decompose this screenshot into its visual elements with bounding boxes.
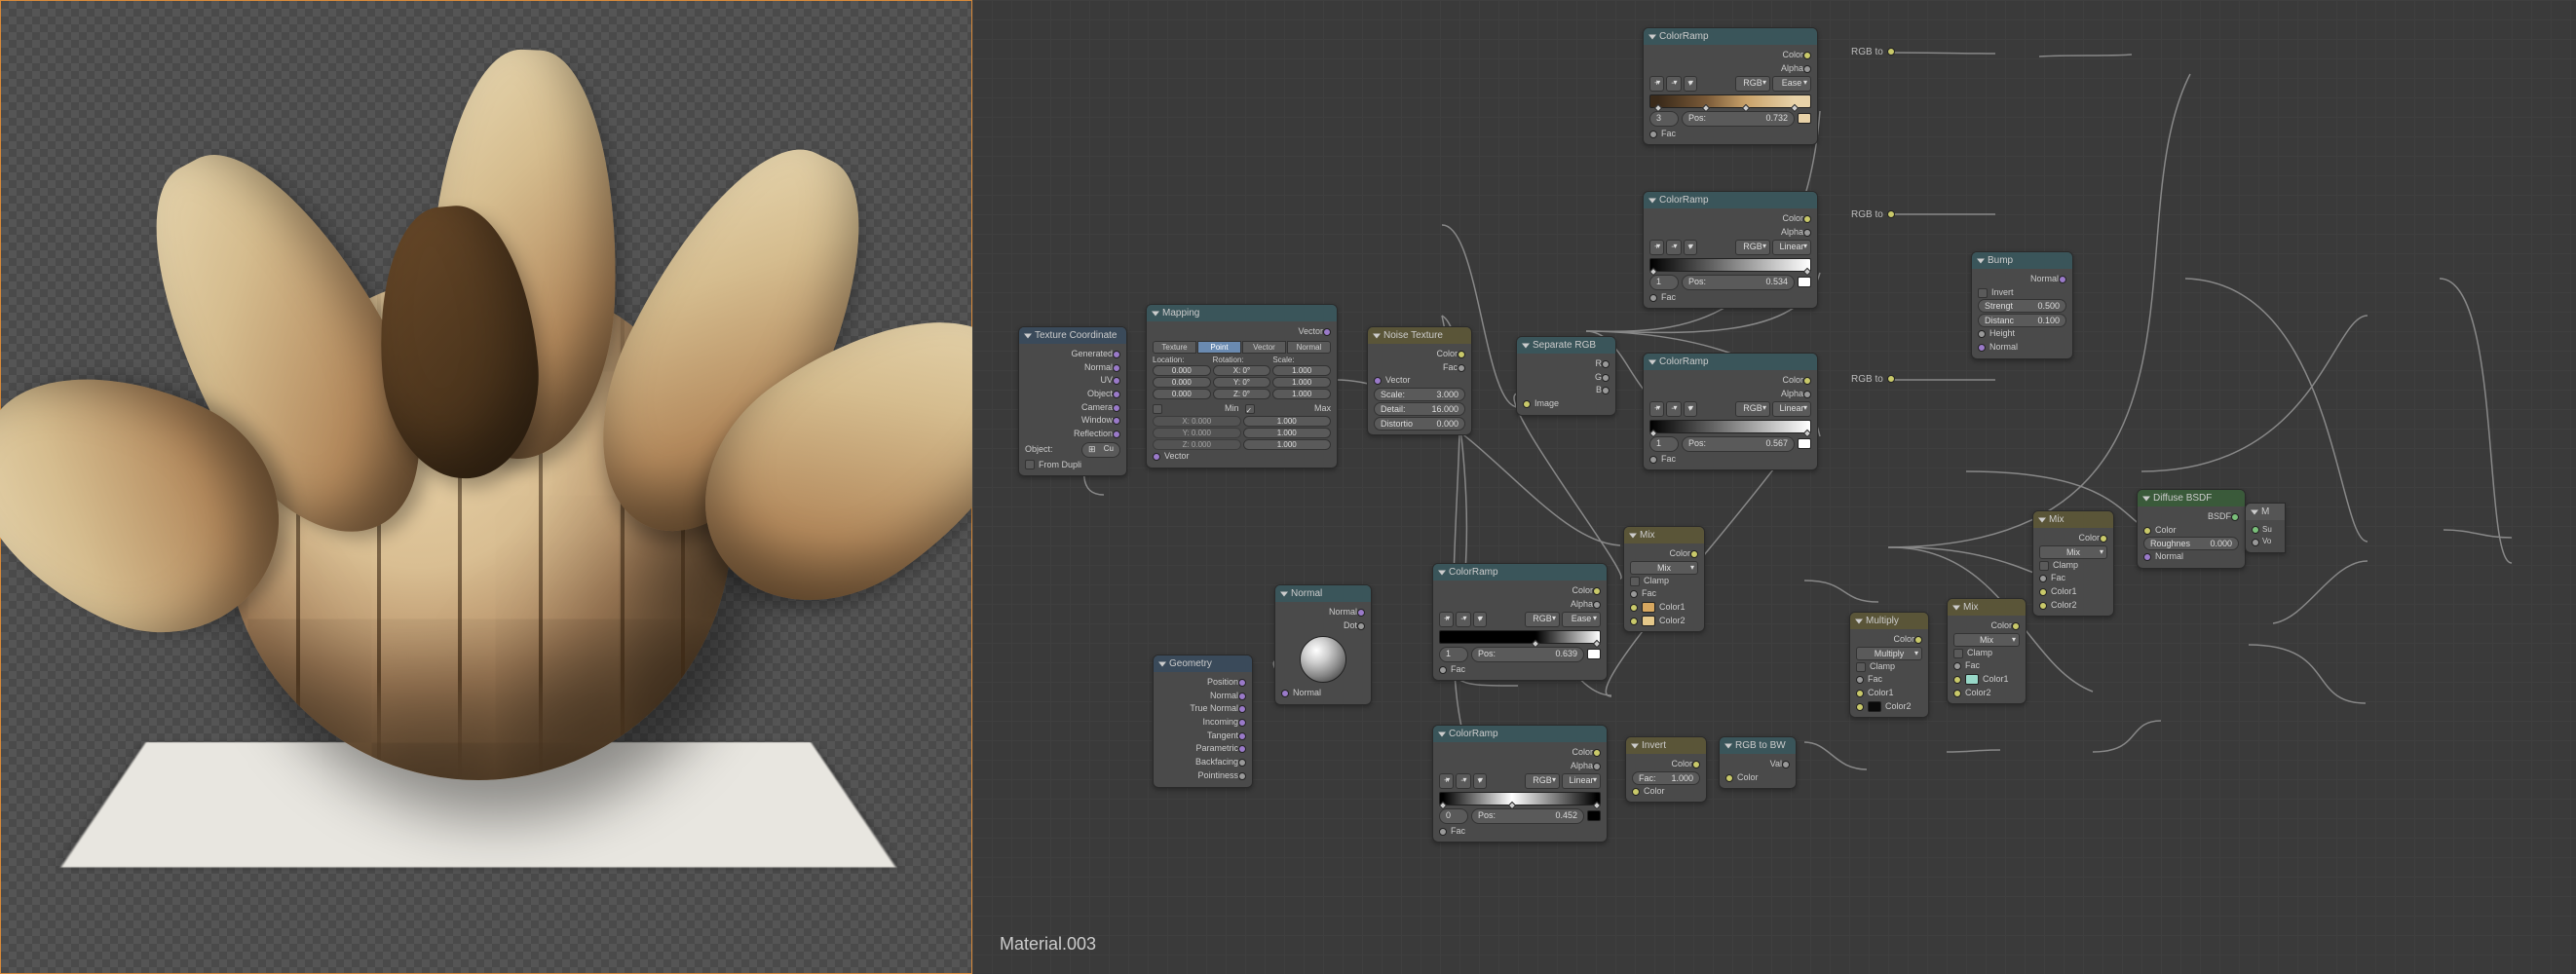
noise-distortion[interactable]: Distortio0.000	[1374, 417, 1465, 431]
node-cutoff[interactable]: M Su Vo	[2245, 503, 2286, 553]
node-mix-1[interactable]: Mix Color Mix Clamp Fac Color1 Color2	[1623, 526, 1705, 632]
node-editor[interactable]: Texture Coordinate Generated Normal UV O…	[972, 0, 2576, 974]
node-header[interactable]: Geometry	[1154, 656, 1252, 672]
node-colorramp-5[interactable]: ColorRamp Color Alpha + − ▾ RGB Linear 0…	[1432, 725, 1608, 843]
node-header[interactable]: Mapping	[1147, 305, 1337, 321]
node-normal[interactable]: Normal Normal Dot Normal	[1274, 584, 1372, 705]
render-preview	[0, 0, 972, 974]
node-multiply[interactable]: Multiply Color Multiply Clamp Fac Color1…	[1849, 612, 1929, 718]
noise-scale[interactable]: Scale:3.000	[1374, 388, 1465, 401]
node-colorramp-4[interactable]: ColorRamp Color Alpha + − ▾ RGB Ease 1 P…	[1432, 563, 1608, 681]
node-header[interactable]: Noise Texture	[1368, 327, 1471, 344]
node-mix-3[interactable]: Mix Color Mix Clamp Fac Color1 Color2	[2032, 510, 2114, 617]
node-header[interactable]: Normal	[1275, 585, 1371, 602]
colorramp-gradient[interactable]	[1649, 94, 1811, 108]
object-picker[interactable]: ⊞Cu	[1081, 442, 1120, 458]
node-diffuse-bsdf[interactable]: Diffuse BSDF BSDF Color Roughnes0.000 No…	[2137, 489, 2246, 569]
node-colorramp-1[interactable]: ColorRamp Color Alpha + − ▾ RGB Ease 3 P…	[1643, 27, 1818, 145]
noise-detail[interactable]: Detail:16.000	[1374, 402, 1465, 416]
from-dupli-checkbox[interactable]	[1025, 460, 1035, 469]
material-name-label: Material.003	[1000, 934, 1096, 955]
node-header[interactable]: Separate RGB	[1517, 337, 1615, 354]
node-mix-2[interactable]: Mix Color Mix Clamp Fac Color1 Color2	[1947, 598, 2027, 704]
reroute-label: RGB to	[1851, 209, 1895, 220]
node-noise-texture[interactable]: Noise Texture Color Fac Vector Scale:3.0…	[1367, 326, 1472, 435]
node-colorramp-2[interactable]: ColorRamp Color Alpha + − ▾ RGB Linear 1…	[1643, 191, 1818, 309]
node-colorramp-3[interactable]: ColorRamp Color Alpha + − ▾ RGB Linear 1…	[1643, 353, 1818, 470]
node-invert[interactable]: Invert Color Fac:1.000 Color	[1625, 736, 1707, 803]
node-texture-coordinate[interactable]: Texture Coordinate Generated Normal UV O…	[1018, 326, 1127, 476]
node-bump[interactable]: Bump Normal Invert Strengt0.500 Distanc0…	[1971, 251, 2073, 359]
node-mapping[interactable]: Mapping Vector Texture Point Vector Norm…	[1146, 304, 1338, 468]
node-geometry[interactable]: Geometry Position Normal True Normal Inc…	[1153, 655, 1253, 788]
node-rgb-to-bw[interactable]: RGB to BW Val Color	[1719, 736, 1797, 789]
reroute-label: RGB to	[1851, 374, 1895, 385]
node-header[interactable]: Texture Coordinate	[1019, 327, 1126, 344]
normal-sphere[interactable]	[1300, 636, 1346, 683]
render-subject	[98, 59, 858, 839]
node-separate-rgb[interactable]: Separate RGB R G B Image	[1516, 336, 1616, 416]
reroute-label: RGB to	[1851, 47, 1895, 57]
mapping-mode-buttons[interactable]: Texture Point Vector Normal	[1153, 341, 1331, 354]
node-wires	[972, 0, 2576, 974]
